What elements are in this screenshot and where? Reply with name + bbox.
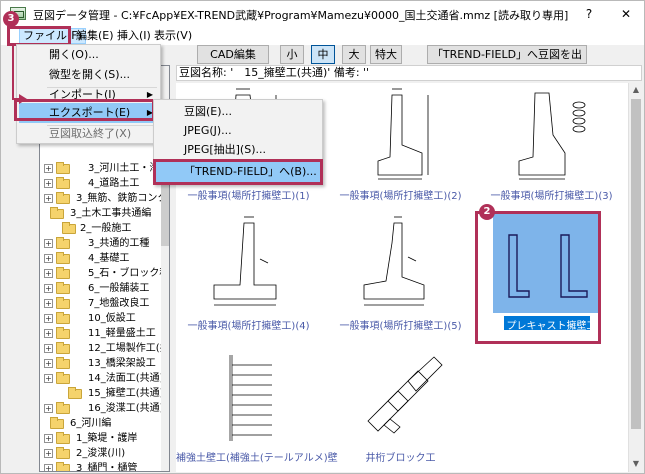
size-medium-button[interactable]: 中 <box>311 45 335 64</box>
expand-icon[interactable]: + <box>44 284 53 293</box>
thumbnail-item[interactable]: 補強土壁工(補強土(テールアルメ)壁 <box>176 345 338 465</box>
folder-icon <box>50 207 64 219</box>
help-button[interactable]: ? <box>571 1 607 27</box>
folder-icon <box>56 177 70 189</box>
pointer-arrow-icon <box>12 46 27 104</box>
expand-icon[interactable]: + <box>44 194 53 203</box>
title-bar: 豆図データ管理 - C:¥FcApp¥EX-TREND武蔵¥Program¥Ma… <box>1 1 644 27</box>
menu-bar: ファイル(F) 編集(E) 挿入(I) 表示(V) <box>1 27 644 45</box>
thumbnail-item[interactable]: 一般事項(場所打擁壁工)(2) <box>328 83 473 203</box>
menu-export-jpeg[interactable]: JPEG(J)... <box>156 121 320 141</box>
size-small-button[interactable]: 小 <box>280 45 304 64</box>
step-badge-2: 2 <box>479 204 495 220</box>
thumbnail-label: 一般事項(場所打擁壁工)(4) <box>187 321 310 332</box>
drawing-preview <box>377 88 429 180</box>
folder-icon <box>56 297 70 309</box>
folder-icon <box>56 402 70 414</box>
menu-view[interactable]: 表示(V) <box>151 28 195 44</box>
folder-icon <box>56 432 70 444</box>
drawing-preview <box>367 356 443 434</box>
folder-icon <box>56 357 70 369</box>
thumbnail-item[interactable]: 一般事項(場所打擁壁工)(5) <box>328 213 473 333</box>
folder-icon <box>68 387 82 399</box>
thumbnail-label: 井桁ブロック工 <box>365 453 436 464</box>
expand-icon[interactable]: + <box>44 359 53 368</box>
expand-icon[interactable]: + <box>44 254 53 263</box>
drawing-preview <box>229 355 272 441</box>
thumbnail-scrollbar[interactable]: ▲ ▼ <box>628 83 642 472</box>
cad-edit-button[interactable]: CAD編集 <box>197 45 269 64</box>
expand-icon[interactable]: + <box>44 269 53 278</box>
menu-export-jpeg-extract[interactable]: JPEG[抽出](S)... <box>156 140 320 160</box>
expand-icon[interactable]: + <box>44 164 53 173</box>
thumbnail-label: 一般事項(場所打擁壁工)(1) <box>187 191 310 202</box>
main-window: 豆図データ管理 - C:¥FcApp¥EX-TREND武蔵¥Program¥Ma… <box>0 0 645 474</box>
folder-icon <box>56 252 70 264</box>
thumbnail-scroll-thumb[interactable] <box>631 99 641 429</box>
drawing-info-bar: 豆図名称: ' 15_擁壁工(共通)' 備考: '' <box>176 65 642 81</box>
folder-icon <box>56 342 70 354</box>
drawing-preview <box>363 216 425 306</box>
folder-icon <box>56 462 70 471</box>
thumbnail-label: 補強土壁工(補強土(テールアルメ)壁 <box>176 453 338 464</box>
scroll-down-icon[interactable]: ▼ <box>629 457 643 471</box>
folder-icon <box>62 222 76 234</box>
folder-icon <box>56 162 70 174</box>
expand-icon[interactable]: + <box>44 374 53 383</box>
close-button[interactable]: ✕ <box>608 1 644 27</box>
expand-icon[interactable]: + <box>44 299 53 308</box>
folder-icon <box>56 282 70 294</box>
menu-end-import[interactable]: 豆図取込終了(X) <box>19 124 159 144</box>
expand-icon[interactable]: + <box>44 314 53 323</box>
thumbnail-item[interactable]: 一般事項(場所打擁壁工)(3) <box>479 83 624 203</box>
expand-icon[interactable]: + <box>44 344 53 353</box>
menu-insert[interactable]: 挿入(I) <box>114 28 154 44</box>
folder-icon <box>56 447 70 459</box>
export-trend-field-button[interactable]: 「TREND-FIELD」へ豆図を出力 <box>427 45 587 78</box>
thumbnail-label: 一般事項(場所打擁壁工)(3) <box>490 191 613 202</box>
drawing-preview <box>518 92 586 180</box>
folder-icon <box>56 327 70 339</box>
expand-icon[interactable]: + <box>44 449 53 458</box>
menu-export-mamezu[interactable]: 豆図(E)... <box>156 102 320 122</box>
expand-icon[interactable]: + <box>44 404 53 413</box>
size-large-button[interactable]: 大 <box>342 45 366 64</box>
thumbnail-label: 一般事項(場所打擁壁工)(2) <box>339 191 462 202</box>
folder-icon <box>56 237 70 249</box>
folder-icon <box>56 312 70 324</box>
drawing-preview <box>213 216 277 306</box>
thumbnail-item[interactable]: 井桁ブロック工 <box>328 345 473 465</box>
expand-icon[interactable]: + <box>44 329 53 338</box>
folder-icon <box>56 267 70 279</box>
thumbnail-label: 一般事項(場所打擁壁工)(5) <box>339 321 462 332</box>
window-title: 豆図データ管理 - C:¥FcApp¥EX-TREND武蔵¥Program¥Ma… <box>33 9 569 22</box>
trend-field-item-highlight <box>153 159 323 185</box>
folder-icon <box>56 372 70 384</box>
thumbnail-item[interactable]: 一般事項(場所打擁壁工)(4) <box>176 213 321 333</box>
expand-icon[interactable]: + <box>44 179 53 188</box>
folder-icon <box>50 417 64 429</box>
folder-icon <box>56 192 70 204</box>
selected-thumbnail-highlight <box>475 211 601 344</box>
expand-icon[interactable]: + <box>44 464 53 471</box>
scroll-up-icon[interactable]: ▲ <box>629 83 643 97</box>
size-xlarge-button[interactable]: 特大 <box>370 45 402 64</box>
menu-edit[interactable]: 編集(E) <box>73 28 117 44</box>
expand-icon[interactable]: + <box>44 239 53 248</box>
expand-icon[interactable]: + <box>44 434 53 443</box>
